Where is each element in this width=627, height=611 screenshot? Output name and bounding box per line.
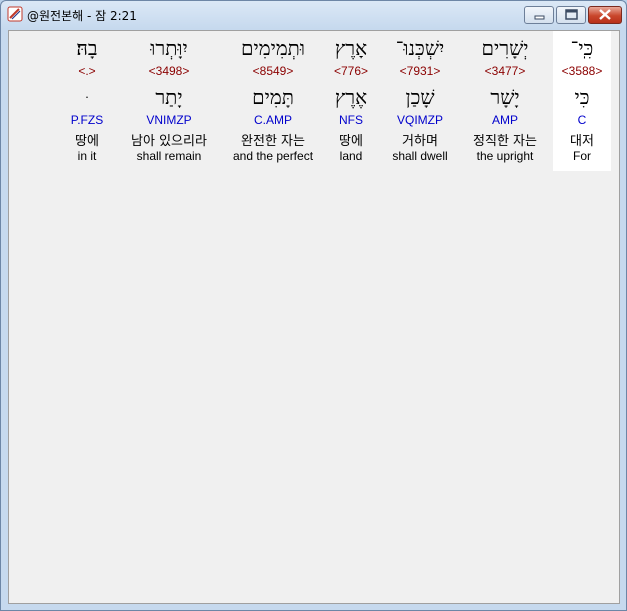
morphology-code[interactable]: AMP (464, 113, 546, 127)
hebrew-word: יִוָּתְרוּ (150, 36, 188, 60)
hebrew-word: כִּֽי־ (570, 36, 594, 60)
minimize-button[interactable] (524, 6, 554, 24)
hebrew-lemma: תָּמִים (252, 85, 294, 109)
hebrew-word: אָרֶץ (334, 36, 368, 60)
hebrew-word: וּתְמִימִים (241, 36, 305, 60)
close-icon (599, 9, 611, 20)
morphology-code[interactable]: NFS (322, 113, 380, 127)
title-bar[interactable]: @원전본해 - 잠 2:21 (1, 1, 626, 29)
word-column[interactable]: יִוָּתְרוּ <3498> יָתַר VNIMZP 남아 있으리라 s… (117, 31, 221, 171)
main-window: @원전본해 - 잠 2:21 כִּֽי־ <3588> כִּי C 대저 F… (0, 0, 627, 611)
morphology-code[interactable]: P.FZS (61, 113, 113, 127)
english-gloss: the upright (476, 149, 534, 163)
morphology-code[interactable]: VQIMZP (382, 113, 458, 127)
korean-gloss: 땅에 (75, 134, 99, 149)
strong-number[interactable]: <776> (322, 64, 380, 78)
maximize-button[interactable] (556, 6, 586, 24)
window-title: @원전본해 - 잠 2:21 (27, 9, 137, 23)
strong-number[interactable]: <3477> (464, 64, 546, 78)
korean-gloss: 대저 (570, 134, 594, 149)
korean-gloss: 정직한 자는 (473, 134, 537, 149)
hebrew-lemma: אֶרֶץ (334, 85, 368, 109)
word-column[interactable]: וּתְמִימִים <8549> תָּמִים C.AMP 완전한 자는 … (223, 31, 323, 171)
hebrew-lemma: יָשָׁר (490, 85, 520, 109)
hebrew-lemma: יָתַר (155, 85, 183, 109)
strong-number[interactable]: <7931> (382, 64, 458, 78)
korean-gloss: 남아 있으리라 (131, 134, 207, 149)
strong-number[interactable]: <.> (61, 64, 113, 78)
korean-gloss: 거하며 (402, 134, 438, 149)
maximize-icon (565, 9, 578, 20)
english-gloss: For (573, 149, 591, 163)
strong-number[interactable]: <8549> (223, 64, 323, 78)
korean-gloss: 완전한 자는 (241, 134, 305, 149)
hebrew-lemma: שָׁכַן (405, 85, 435, 109)
korean-gloss: 땅에 (339, 134, 363, 149)
morphology-code[interactable]: VNIMZP (117, 113, 221, 127)
app-icon (7, 6, 23, 22)
english-gloss: and the perfect (232, 149, 314, 163)
word-column[interactable]: יְשָׁרִים <3477> יָשָׁר AMP 정직한 자는 the u… (464, 31, 546, 171)
minimize-icon (534, 15, 545, 20)
close-button[interactable] (588, 6, 622, 24)
hebrew-lemma: ּ (61, 85, 113, 110)
english-gloss: in it (77, 149, 97, 163)
hebrew-lemma: כִּי (574, 85, 590, 109)
english-gloss: land (339, 149, 363, 163)
morphology-code[interactable]: C (553, 113, 611, 127)
word-column[interactable]: יִשְׁכְּנוּ־ <7931> שָׁכַן VQIMZP 거하며 sh… (382, 31, 458, 171)
hebrew-word: בָהּ׃ (76, 36, 98, 60)
morphology-code[interactable]: C.AMP (223, 113, 323, 127)
strong-number[interactable]: <3498> (117, 64, 221, 78)
english-gloss: shall remain (136, 149, 202, 163)
word-column[interactable]: כִּֽי־ <3588> כִּי C 대저 For (553, 31, 611, 171)
hebrew-word: יִשְׁכְּנוּ־ (395, 36, 445, 60)
word-column[interactable]: בָהּ׃ <.> ּ P.FZS 땅에 in it (61, 31, 113, 171)
word-column[interactable]: אָרֶץ <776> אֶרֶץ NFS 땅에 land (322, 31, 380, 171)
strong-number[interactable]: <3588> (553, 64, 611, 78)
english-gloss: shall dwell (392, 149, 448, 163)
interlinear-panel: כִּֽי־ <3588> כִּי C 대저 For יְשָׁרִים <3… (8, 30, 620, 604)
hebrew-word: יְשָׁרִים (481, 36, 529, 60)
